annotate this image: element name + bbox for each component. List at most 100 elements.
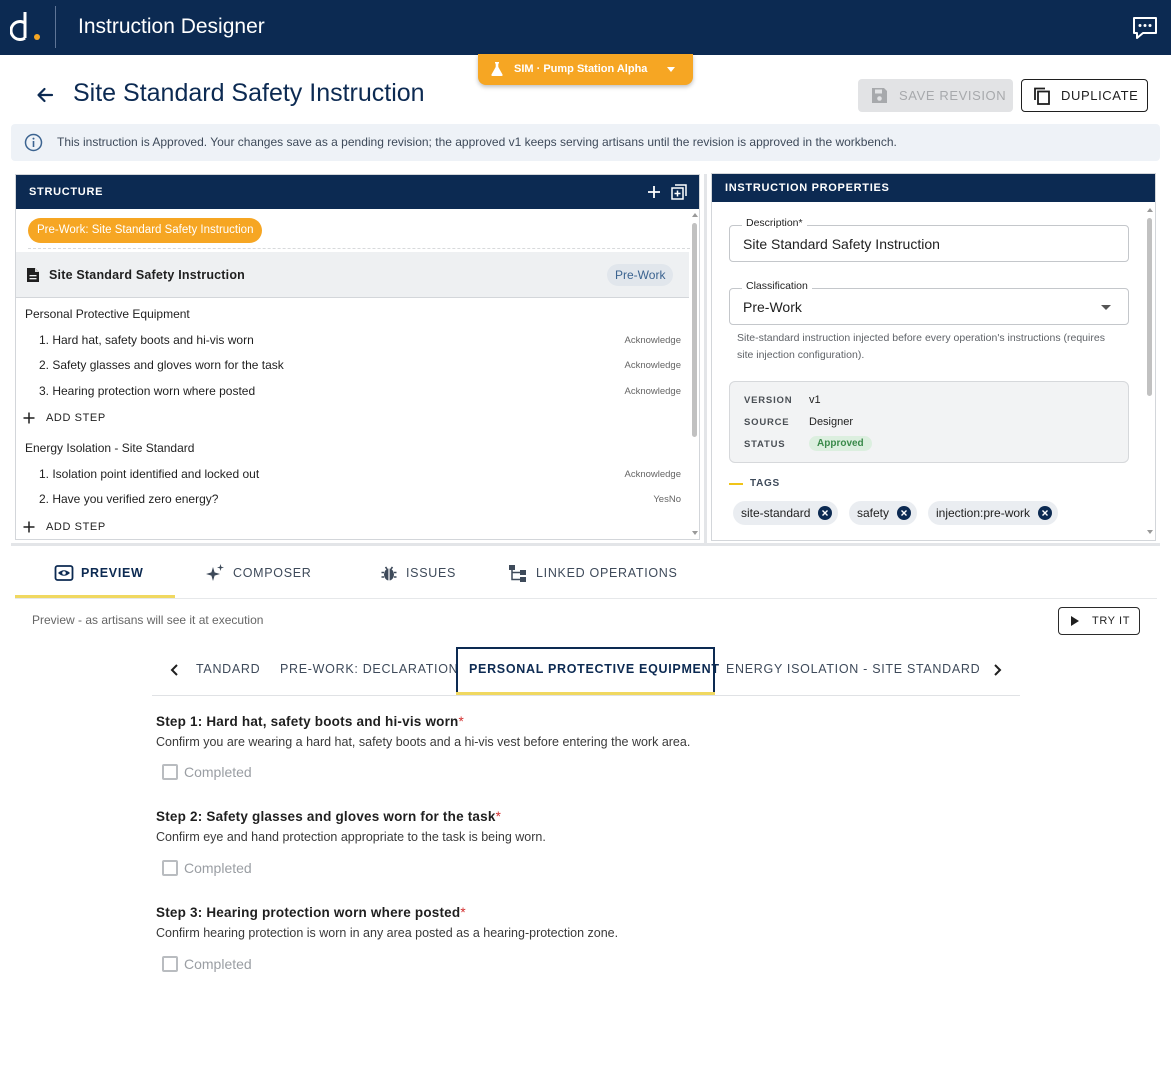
- required-marker: *: [458, 714, 464, 729]
- preview-step-description: Confirm you are wearing a hard hat, safe…: [156, 735, 691, 749]
- status-key: STATUS: [744, 439, 786, 450]
- tab-linked-operations[interactable]: LINKED OPERATIONS: [508, 560, 678, 596]
- sim-environment-badge[interactable]: SIM · Pump Station Alpha: [478, 54, 693, 85]
- duplicate-button[interactable]: DUPLICATE: [1021, 79, 1148, 112]
- completed-checkbox[interactable]: Completed: [162, 762, 282, 782]
- step-type: Acknowledge: [624, 386, 681, 397]
- tag-chip[interactable]: site-standard: [733, 501, 839, 525]
- structure-step[interactable]: 2. Have you verified zero energy? YesNo: [25, 489, 689, 511]
- section-tab-active[interactable]: PERSONAL PROTECTIVE EQUIPMENT: [456, 647, 719, 694]
- properties-scrollbar[interactable]: [1144, 204, 1155, 540]
- plus-icon: [23, 521, 35, 533]
- tag-label: site-standard: [741, 506, 811, 520]
- divider: [28, 248, 690, 249]
- chat-icon[interactable]: [1131, 15, 1159, 41]
- tags-label: TAGS: [750, 478, 780, 489]
- app-bar-divider: [55, 6, 56, 48]
- add-step-button[interactable]: ADD STEP: [23, 517, 143, 537]
- tab-label: COMPOSER: [233, 566, 312, 580]
- info-icon: [24, 133, 43, 152]
- description-label: Description*: [742, 217, 807, 229]
- structure-title: STRUCTURE: [29, 186, 104, 198]
- structure-scrollbar[interactable]: [689, 211, 699, 539]
- checkbox-icon: [162, 764, 178, 780]
- remove-tag-icon[interactable]: [1038, 506, 1053, 520]
- back-arrow-icon[interactable]: [33, 83, 57, 107]
- duplicate-label: DUPLICATE: [1061, 88, 1139, 103]
- step-type: YesNo: [653, 494, 681, 505]
- instruction-properties-panel: INSTRUCTION PROPERTIES Description* Site…: [711, 173, 1156, 541]
- properties-panel-header: INSTRUCTION PROPERTIES: [712, 174, 1155, 202]
- remove-tag-icon[interactable]: [818, 506, 833, 520]
- scroll-up-icon[interactable]: [692, 213, 698, 217]
- tag-label: injection:pre-work: [936, 506, 1031, 520]
- tab-issues[interactable]: ISSUES: [380, 560, 470, 596]
- add-step-button[interactable]: ADD STEP: [23, 408, 143, 428]
- structure-step[interactable]: 1. Isolation point identified and locked…: [25, 464, 689, 486]
- group-label[interactable]: Personal Protective Equipment: [25, 307, 190, 321]
- scroll-up-icon[interactable]: [1147, 208, 1153, 212]
- classification-help-text: Site-standard instruction injected befor…: [737, 332, 1105, 361]
- source-value: Designer: [809, 416, 854, 428]
- group-label[interactable]: Energy Isolation - Site Standard: [25, 441, 194, 455]
- tabs-divider: [15, 598, 1157, 599]
- try-it-button[interactable]: TRY IT: [1058, 607, 1140, 635]
- completed-checkbox[interactable]: Completed: [162, 954, 282, 974]
- required-marker: *: [495, 809, 502, 824]
- add-step-label: ADD STEP: [46, 412, 106, 424]
- tab-preview[interactable]: PREVIEW: [54, 560, 164, 596]
- structure-step[interactable]: 1. Hard hat, safety boots and hi-vis wor…: [25, 330, 689, 352]
- completed-checkbox[interactable]: Completed: [162, 858, 282, 878]
- classification-chip: Pre-Work: [607, 264, 674, 286]
- section-tab[interactable]: ENERGY ISOLATION - SITE STANDARD: [726, 662, 980, 676]
- description-field[interactable]: Description* Site Standard Safety Instru…: [729, 217, 1129, 262]
- scroll-down-icon[interactable]: [1147, 530, 1153, 534]
- add-group-icon[interactable]: [647, 185, 661, 199]
- section-tab[interactable]: PRE-WORK: DECLARATION: [280, 662, 458, 676]
- panel-splitter-vertical[interactable]: [704, 174, 707, 543]
- description-value: Site Standard Safety Instruction: [743, 236, 940, 252]
- tab-composer[interactable]: COMPOSER: [205, 560, 325, 596]
- remove-tag-icon[interactable]: [897, 506, 912, 520]
- structure-step[interactable]: 3. Hearing protection worn where posted …: [25, 381, 689, 403]
- add-library-icon[interactable]: [671, 184, 687, 200]
- step-title-text: Step 2: Safety glasses and gloves worn f…: [156, 809, 496, 824]
- instruction-row[interactable]: Site Standard Safety Instruction Pre-Wor…: [16, 252, 689, 298]
- preview-step-title: Step 2: Safety glasses and gloves worn f…: [156, 809, 501, 824]
- scroll-down-icon[interactable]: [692, 531, 698, 535]
- step-text: 2. Have you verified zero energy?: [39, 492, 219, 506]
- flask-icon: [491, 62, 503, 76]
- step-type: Acknowledge: [624, 469, 681, 480]
- structure-panel-header: STRUCTURE: [16, 175, 699, 209]
- step-title-text: Step 1: Hard hat, safety boots and hi-vi…: [156, 714, 459, 729]
- classification-value: Pre-Work: [743, 299, 802, 315]
- try-it-label: TRY IT: [1092, 615, 1131, 627]
- preview-step-description: Confirm hearing protection is worn in an…: [156, 926, 619, 940]
- tag-chip[interactable]: injection:pre-work: [928, 501, 1059, 525]
- step-text: 2. Safety glasses and gloves worn for th…: [39, 358, 284, 372]
- checkbox-icon: [162, 860, 178, 876]
- app-title: Instruction Designer: [78, 15, 265, 38]
- section-tab[interactable]: TANDARD: [196, 662, 260, 676]
- chevron-left-icon[interactable]: [164, 659, 186, 681]
- chevron-right-icon[interactable]: [986, 659, 1008, 681]
- required-marker: *: [460, 905, 466, 920]
- instruction-name: Site Standard Safety Instruction: [49, 268, 246, 282]
- panel-splitter-horizontal[interactable]: [11, 543, 1160, 546]
- app-logo[interactable]: [10, 8, 46, 46]
- scrollbar-thumb[interactable]: [692, 223, 697, 437]
- classification-select[interactable]: Classification Pre-Work: [729, 280, 1129, 325]
- sparkle-icon: [206, 564, 224, 581]
- structure-step[interactable]: 2. Safety glasses and gloves worn for th…: [25, 355, 689, 377]
- step-type: Acknowledge: [624, 360, 681, 371]
- structure-breadcrumb-chip[interactable]: Pre-Work: Site Standard Safety Instructi…: [28, 218, 263, 243]
- tag-chip[interactable]: safety: [849, 501, 918, 525]
- version-metadata-box: VERSION v1 SOURCE Designer STATUS Approv…: [729, 381, 1129, 463]
- step-text: 3. Hearing protection worn where posted: [39, 384, 256, 398]
- step-text: 1. Hard hat, safety boots and hi-vis wor…: [39, 333, 254, 347]
- save-revision-button[interactable]: SAVE REVISION: [858, 79, 1013, 112]
- add-step-label: ADD STEP: [46, 521, 106, 533]
- scrollbar-thumb[interactable]: [1147, 218, 1152, 396]
- step-title-text: Step 3: Hearing protection worn where po…: [156, 905, 461, 920]
- source-key: SOURCE: [744, 417, 790, 428]
